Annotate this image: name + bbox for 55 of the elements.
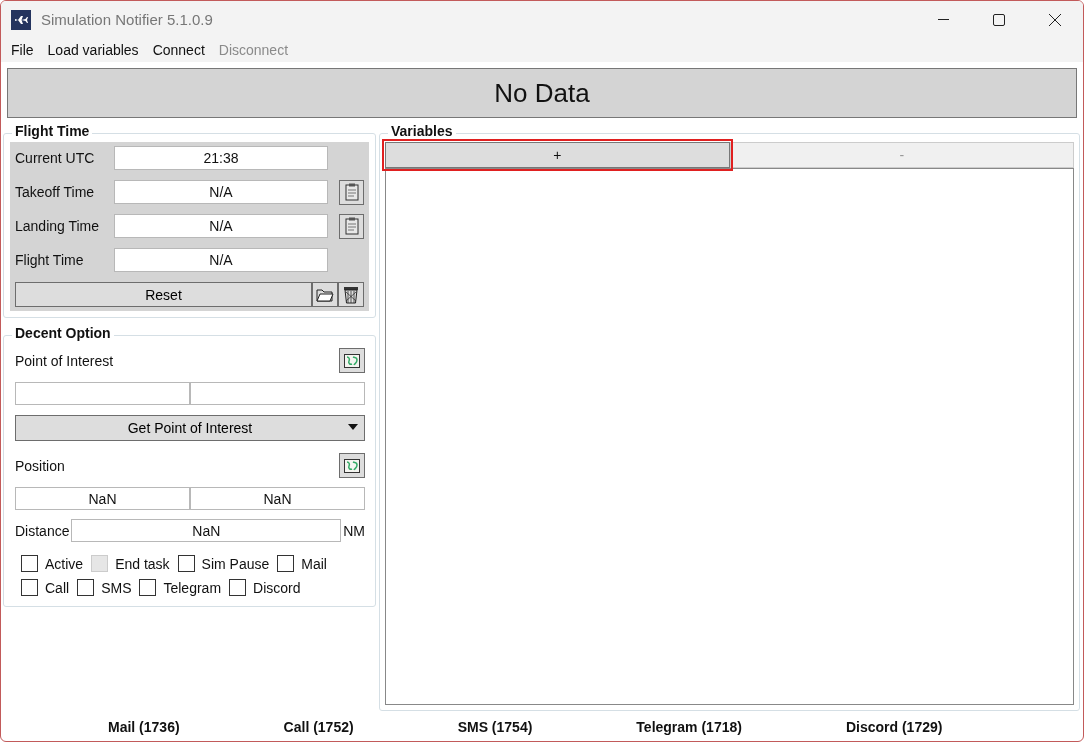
point-of-interest-dropdown[interactable]: Get Point of Interest bbox=[15, 415, 365, 441]
checkbox[interactable]: Sim Pause bbox=[177, 555, 270, 572]
field-label: Point of Interest bbox=[15, 352, 114, 369]
distance-field[interactable]: NaN bbox=[71, 519, 342, 542]
time-field[interactable]: 21:38 bbox=[114, 146, 328, 170]
menu-item[interactable]: Connect bbox=[145, 42, 212, 58]
delete-button[interactable] bbox=[338, 282, 364, 307]
maximize-icon bbox=[993, 13, 1005, 26]
status-count: SMS (1754) bbox=[457, 719, 533, 735]
window-title: Simulation Notifier 5.1.0.9 bbox=[41, 11, 213, 28]
checkbox[interactable]: Telegram bbox=[139, 579, 222, 596]
map-button[interactable] bbox=[339, 453, 365, 478]
checkbox[interactable]: Active bbox=[21, 555, 84, 572]
map-button[interactable] bbox=[339, 348, 365, 373]
field-label: Position bbox=[15, 457, 65, 474]
checkbox[interactable]: Discord bbox=[229, 579, 301, 596]
close-icon bbox=[1049, 13, 1061, 26]
status-count: Telegram (1718) bbox=[636, 719, 742, 735]
caret-icon bbox=[348, 424, 358, 430]
group-title: Flight Time bbox=[12, 123, 93, 139]
input-field[interactable] bbox=[190, 382, 365, 405]
status-count: Mail (1736) bbox=[108, 719, 180, 735]
time-field[interactable]: N/A bbox=[114, 180, 328, 204]
position-field[interactable]: NaN bbox=[190, 487, 365, 510]
folder-icon bbox=[316, 287, 334, 302]
add-button[interactable]: + bbox=[385, 142, 730, 168]
checkbox[interactable]: Call bbox=[21, 579, 70, 596]
open-button[interactable] bbox=[312, 282, 338, 307]
status-count: Call (1752) bbox=[283, 719, 354, 735]
checkbox[interactable]: Mail bbox=[277, 555, 327, 572]
time-field[interactable]: N/A bbox=[114, 248, 328, 272]
clipboard-icon bbox=[344, 217, 359, 235]
field-label: Current UTC bbox=[15, 150, 96, 166]
group-title: Variables bbox=[388, 123, 456, 139]
input-field[interactable] bbox=[15, 382, 190, 405]
trash-icon bbox=[343, 285, 359, 304]
position-field[interactable]: NaN bbox=[15, 487, 190, 510]
airplane-icon bbox=[11, 9, 31, 30]
minimize-icon bbox=[937, 19, 949, 20]
field-label: Distance bbox=[15, 522, 70, 539]
reset-button[interactable]: Reset bbox=[15, 282, 312, 307]
clipboard-button[interactable] bbox=[339, 213, 364, 239]
group-title: Decent Option bbox=[12, 325, 114, 341]
menu-item[interactable]: Load variables bbox=[40, 42, 146, 58]
clipboard-button[interactable] bbox=[339, 179, 364, 205]
field-label: Landing Time bbox=[15, 218, 101, 234]
status-banner: No Data bbox=[7, 68, 1077, 118]
field-label: Flight Time bbox=[15, 252, 85, 268]
field-label: Takeoff Time bbox=[15, 184, 96, 200]
clipboard-icon bbox=[344, 183, 359, 201]
menu-item[interactable]: File bbox=[4, 42, 41, 58]
time-field[interactable]: N/A bbox=[114, 214, 328, 238]
checkbox[interactable]: SMS bbox=[77, 579, 132, 596]
unit-label: NM bbox=[343, 522, 365, 539]
status-count: Discord (1729) bbox=[845, 719, 943, 735]
